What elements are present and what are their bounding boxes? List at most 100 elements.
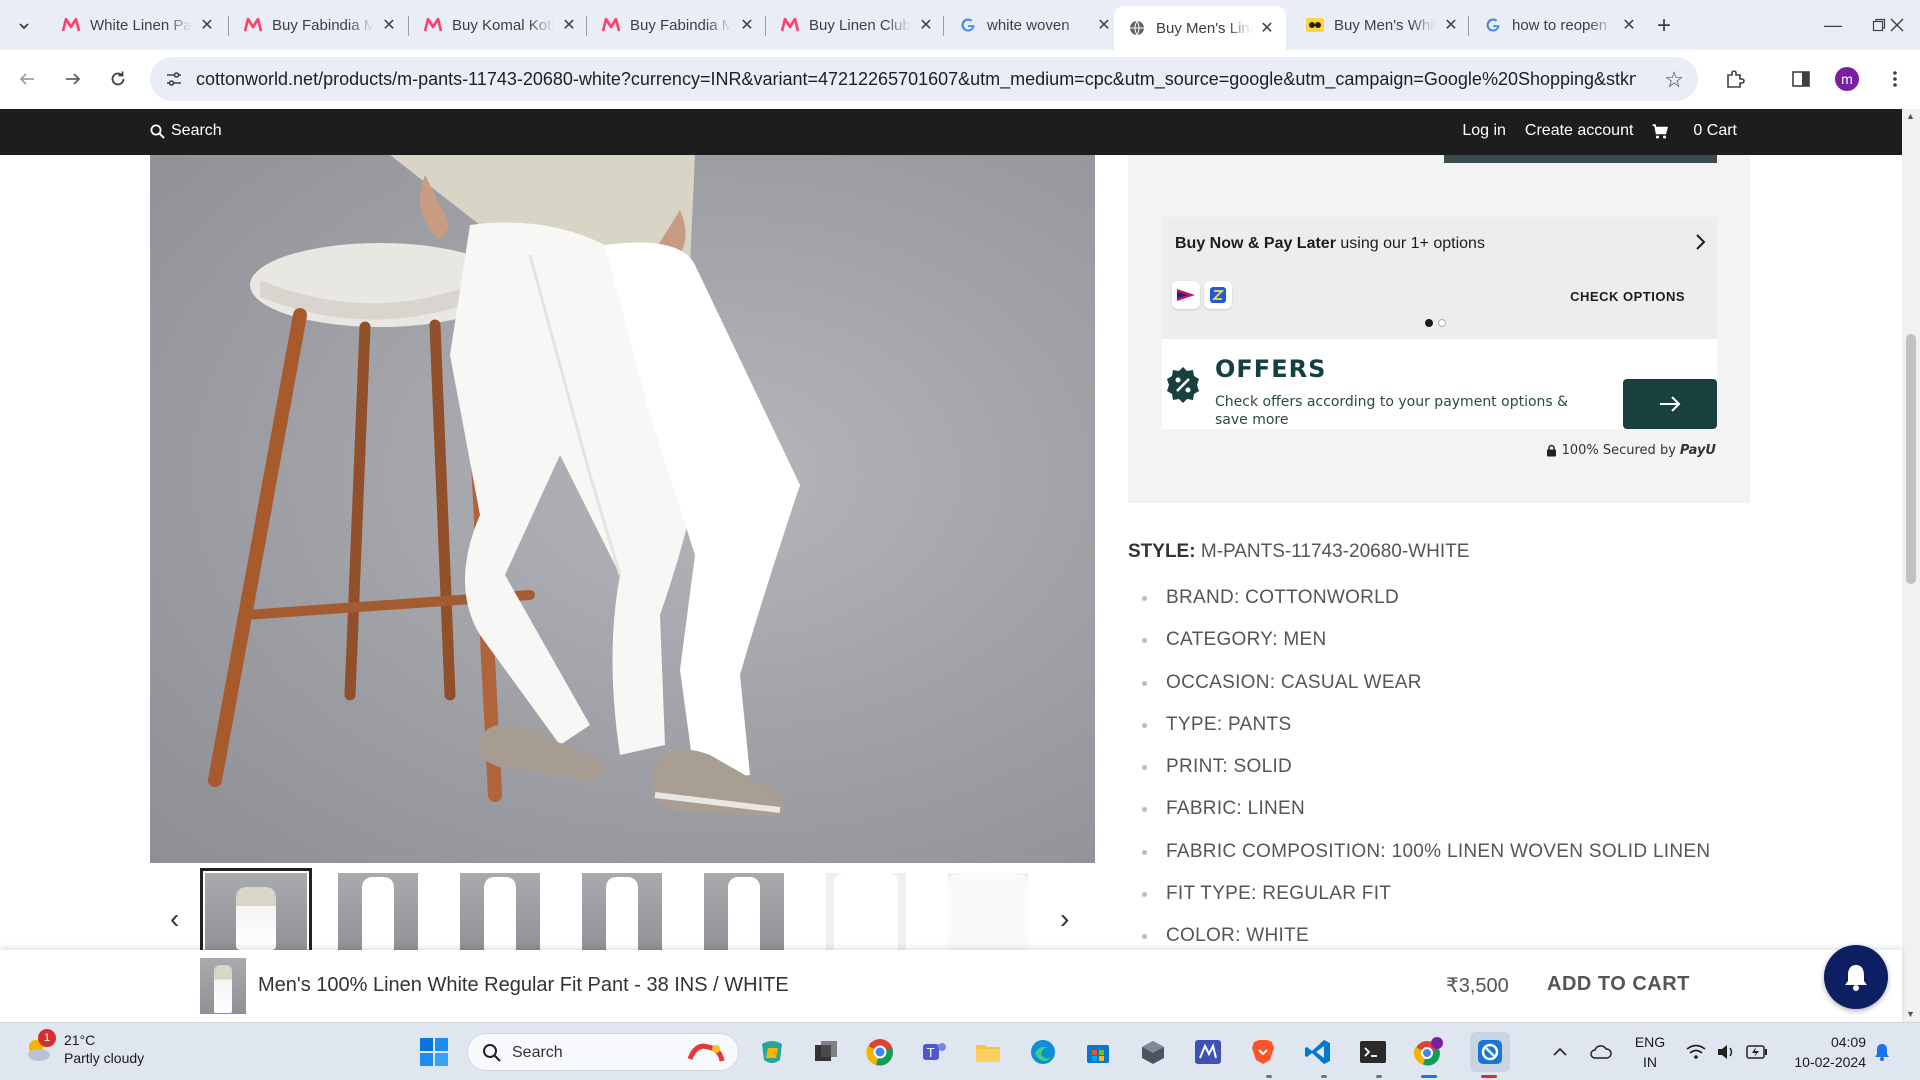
tab-close-icon[interactable]: ✕	[1095, 16, 1113, 34]
thumbnail-4[interactable]	[582, 873, 662, 950]
tab-close-icon[interactable]: ✕	[1442, 16, 1460, 34]
forward-button[interactable]	[58, 64, 88, 94]
tab-close-icon[interactable]: ✕	[738, 16, 756, 34]
browser-tab[interactable]: Buy Men's Linen ✕	[1114, 6, 1286, 50]
thumbnail-3[interactable]	[460, 873, 540, 950]
thumbnail-6[interactable]	[826, 873, 906, 950]
close-window-button[interactable]	[1874, 10, 1920, 40]
carousel-dot-active[interactable]	[1425, 319, 1433, 327]
thumbnail-5[interactable]	[704, 873, 784, 950]
browser-tab[interactable]: Buy Komal Kothari ✕	[410, 8, 588, 42]
copilot-app-icon[interactable]	[756, 1036, 788, 1068]
scroll-down-arrow-icon[interactable]: ▼	[1906, 1009, 1915, 1019]
close-icon	[1890, 18, 1904, 32]
microsoft-store-icon[interactable]	[1082, 1036, 1114, 1068]
back-button[interactable]	[12, 64, 42, 94]
side-panel-button[interactable]	[1786, 64, 1816, 94]
thumbnail-2[interactable]	[338, 873, 418, 950]
create-account-link[interactable]: Create account	[1525, 122, 1634, 140]
scroll-up-arrow-icon[interactable]: ▲	[1906, 111, 1915, 121]
browser-tab[interactable]: Buy Linen Club ✕	[767, 8, 945, 42]
browser-tabstrip: White Linen Pants✕Buy Fabindia Men✕Buy K…	[0, 0, 1920, 50]
new-tab-button[interactable]: +	[1650, 12, 1678, 40]
browser-tab[interactable]: Buy Fabindia Men ✕	[588, 8, 766, 42]
carousel-dots	[1425, 319, 1451, 327]
bookmark-star-icon[interactable]: ☆	[1664, 67, 1684, 93]
chevron-right-icon[interactable]	[1695, 231, 1707, 257]
browser-menu-button[interactable]	[1880, 64, 1910, 94]
teams-app-icon[interactable]: T	[918, 1036, 950, 1068]
tab-search-button[interactable]	[10, 12, 38, 40]
buy-button-edge[interactable]	[1444, 155, 1717, 163]
terminal-app-icon[interactable]	[1357, 1036, 1389, 1068]
header-search-link[interactable]: Search	[150, 122, 222, 140]
login-link[interactable]: Log in	[1462, 122, 1506, 140]
browser-tab[interactable]: Buy Men's White ✕	[1292, 8, 1470, 42]
cloud-icon	[1590, 1045, 1612, 1059]
task-view-icon[interactable]	[810, 1036, 842, 1068]
start-button[interactable]	[418, 1036, 450, 1068]
chevron-up-icon	[1553, 1047, 1567, 1056]
chrome-app-icon[interactable]	[864, 1036, 896, 1068]
bell-icon	[1875, 1044, 1889, 1061]
browser-tab[interactable]: White Linen Pants ✕	[48, 8, 226, 42]
scrollbar-thumb[interactable]	[1906, 334, 1916, 584]
thumbnail-7[interactable]	[948, 873, 1028, 950]
minimize-button[interactable]: —	[1810, 10, 1856, 40]
thumbnail-next-button[interactable]: ›	[1060, 903, 1069, 935]
browser-tab[interactable]: Buy Fabindia Men ✕	[230, 8, 408, 42]
profile-avatar[interactable]: m	[1835, 67, 1859, 91]
volume-tray-icon[interactable]	[1716, 1023, 1736, 1080]
reload-button[interactable]	[103, 64, 133, 94]
browser-tab[interactable]: how to reopen ✕	[1470, 8, 1648, 42]
edge-app-icon[interactable]	[1027, 1036, 1059, 1068]
notification-bell-button[interactable]	[1824, 945, 1888, 1009]
chrome-profile-app-icon[interactable]	[1412, 1036, 1444, 1068]
snipping-tool-app-icon[interactable]	[1470, 1032, 1510, 1072]
address-bar[interactable]: cottonworld.net/products/m-pants-11743-2…	[150, 57, 1698, 101]
weather-temp: 21°C	[64, 1032, 96, 1048]
thumbnail-prev-button[interactable]: ‹	[170, 903, 179, 935]
taskbar-clock[interactable]: 04:09 10-02-2024	[1776, 1032, 1866, 1072]
site-info-icon	[167, 72, 181, 86]
weather-badge: 1	[38, 1029, 56, 1047]
cart-link[interactable]: 0 Cart	[1652, 122, 1737, 140]
thumbnail-1[interactable]	[200, 868, 312, 950]
brave-app-icon[interactable]	[1247, 1036, 1279, 1068]
tab-close-icon[interactable]: ✕	[198, 16, 216, 34]
product-main-image[interactable]	[150, 155, 1095, 863]
thumbnail-carousel: ‹ ›	[150, 868, 1095, 950]
browser-tab[interactable]: white woven ✕	[945, 8, 1123, 42]
tab-close-icon[interactable]: ✕	[917, 16, 935, 34]
cube-app-icon[interactable]	[1137, 1036, 1169, 1068]
notifications-button[interactable]	[1874, 1023, 1890, 1080]
page-scrollbar[interactable]: ▲ ▼	[1902, 109, 1920, 1022]
page-content: ‹ › Buy Now & Pay Later using our 1+ opt…	[0, 155, 1902, 950]
extensions-button[interactable]	[1720, 64, 1750, 94]
weather-widget[interactable]: 1 21°C Partly cloudy	[22, 1029, 144, 1067]
file-explorer-icon[interactable]	[972, 1036, 1004, 1068]
check-options-link[interactable]: CHECK OPTIONS	[1570, 289, 1685, 304]
product-attribute-item: OCCASION: CASUAL WEAR	[1128, 672, 1710, 714]
arrow-left-icon	[19, 73, 34, 85]
add-to-cart-button[interactable]: ADD TO CART	[1547, 973, 1690, 996]
bnpl-widget[interactable]: Buy Now & Pay Later using our 1+ options…	[1162, 217, 1717, 339]
tab-close-icon[interactable]: ✕	[380, 16, 398, 34]
url-text[interactable]: cottonworld.net/products/m-pants-11743-2…	[196, 69, 1636, 90]
product-attribute-item: COLOR: WHITE	[1128, 925, 1710, 950]
carousel-dot[interactable]	[1438, 319, 1446, 327]
vscode-app-icon[interactable]	[1302, 1036, 1334, 1068]
onedrive-tray-icon[interactable]	[1590, 1023, 1612, 1080]
tab-separator	[586, 16, 587, 36]
offers-arrow-button[interactable]	[1623, 379, 1717, 429]
editor-app-icon[interactable]	[1192, 1036, 1224, 1068]
tab-close-icon[interactable]: ✕	[1258, 19, 1276, 37]
wifi-tray-icon[interactable]	[1686, 1023, 1706, 1080]
tab-close-icon[interactable]: ✕	[560, 16, 578, 34]
battery-tray-icon[interactable]	[1746, 1023, 1768, 1080]
show-hidden-icons-button[interactable]	[1552, 1023, 1568, 1080]
language-indicator[interactable]: ENG IN	[1630, 1032, 1670, 1072]
tab-close-icon[interactable]: ✕	[1620, 16, 1638, 34]
cart-label: 0 Cart	[1693, 122, 1737, 139]
taskbar-search[interactable]: Search	[467, 1033, 739, 1071]
